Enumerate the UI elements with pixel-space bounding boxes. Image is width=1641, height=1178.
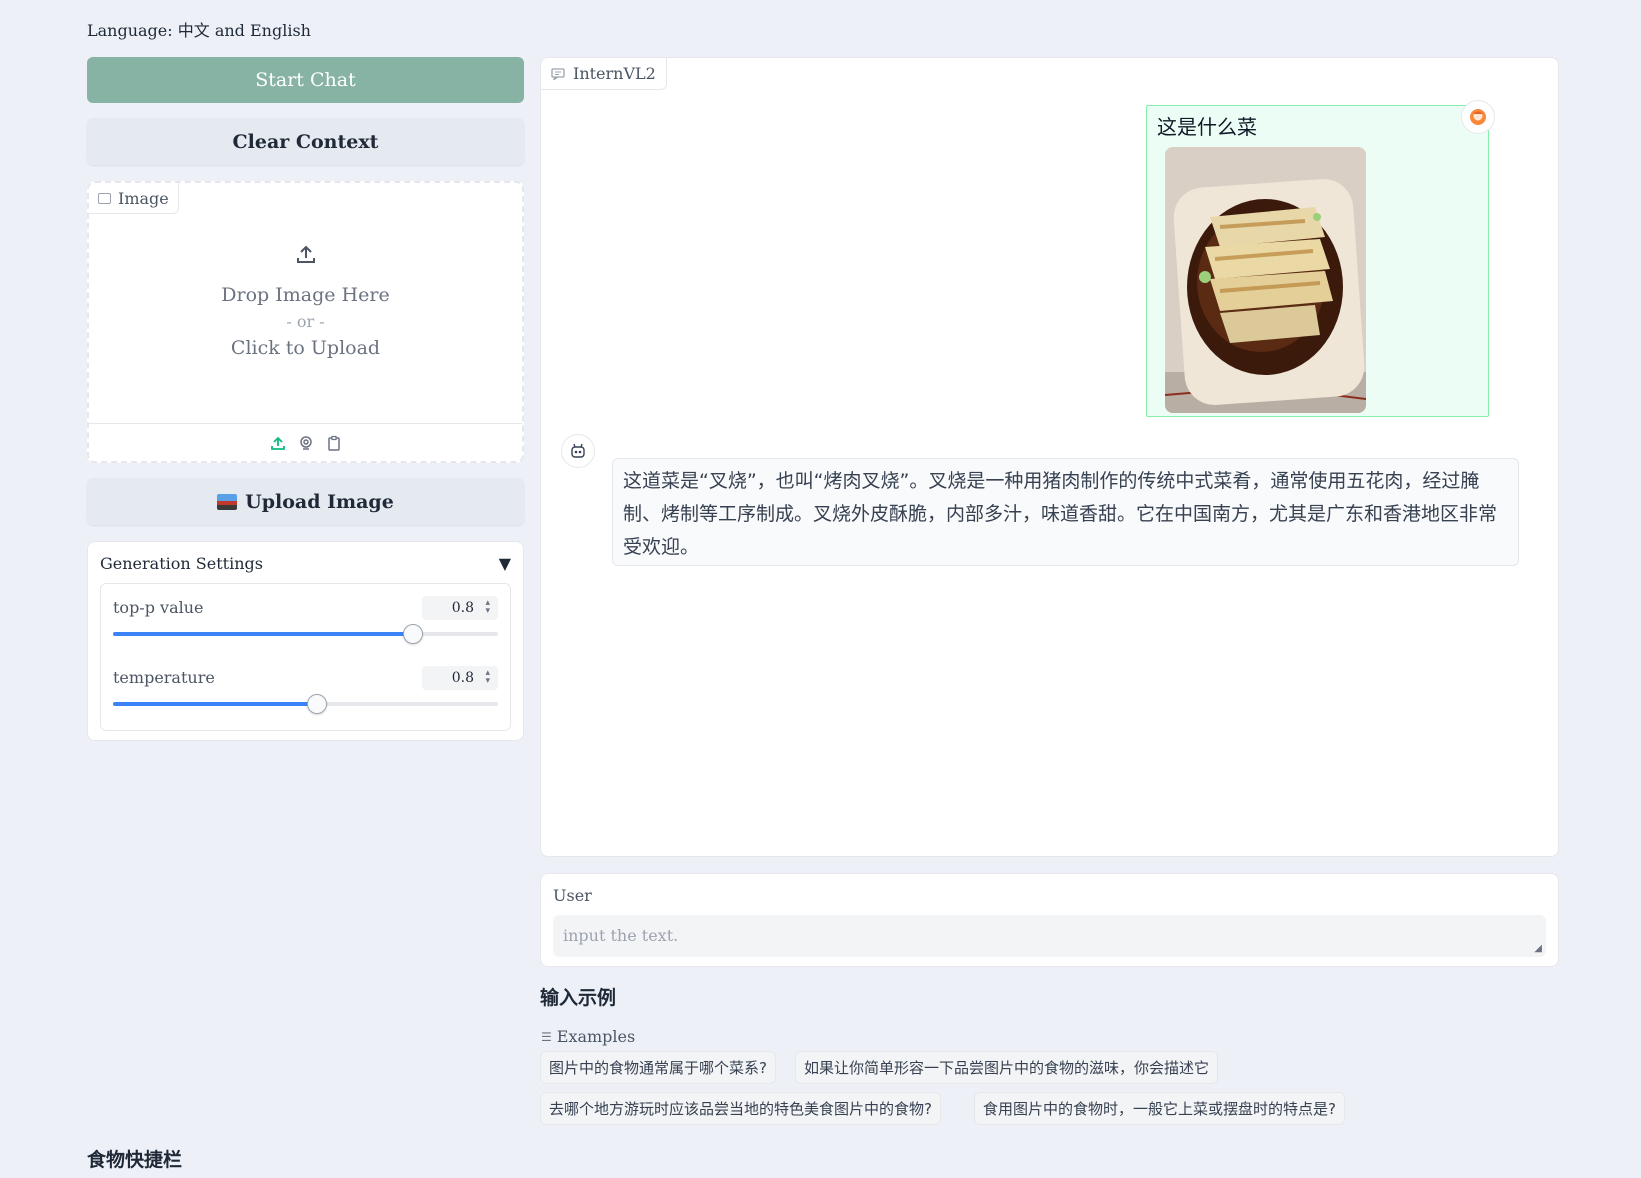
upload-source-icon[interactable] — [270, 435, 286, 451]
or-text: - or - — [286, 312, 325, 331]
examples-label-text: Examples — [556, 1027, 636, 1046]
temperature-label: temperature — [113, 668, 215, 687]
upload-drop-area[interactable]: Drop Image Here - or - Click to Upload — [89, 243, 522, 359]
chatbot-tab-label: InternVL2 — [573, 64, 656, 83]
user-input-label: User — [553, 886, 592, 905]
chatbot-panel: InternVL2 这是什么菜 这道菜是“叉烧”，也叫“烤肉叉烧”。叉烧是一种用… — [540, 57, 1559, 857]
upload-icon — [89, 243, 522, 270]
spinner-icon[interactable]: ▴ ▾ — [485, 669, 490, 686]
example-chip[interactable]: 食用图片中的食物时，一般它上菜或摆盘时的特点是? — [974, 1092, 1345, 1125]
chatbot-tab: InternVL2 — [541, 58, 667, 90]
webcam-icon[interactable] — [298, 435, 314, 451]
start-chat-button[interactable]: Start Chat — [87, 57, 524, 103]
temperature-value: 0.8 — [451, 670, 474, 686]
spinner-icon[interactable]: ▴ ▾ — [485, 599, 490, 616]
user-avatar-icon — [1461, 100, 1495, 134]
temperature-slider[interactable] — [113, 694, 498, 714]
example-chip[interactable]: 去哪个地方游玩时应该品尝当地的特色美食图片中的食物? — [540, 1092, 941, 1125]
clear-context-button[interactable]: Clear Context — [87, 118, 524, 165]
top-p-value: 0.8 — [451, 600, 474, 616]
top-p-number-input[interactable]: 0.8 ▴ ▾ — [422, 596, 498, 620]
example-chip[interactable]: 如果让你简单形容一下品尝图片中的食物的滋味，你会描述它 — [795, 1051, 1219, 1084]
temperature-number-input[interactable]: 0.8 ▴ ▾ — [422, 666, 498, 690]
user-message-text: 这是什么菜 — [1157, 115, 1257, 139]
image-upload-block[interactable]: Image Drop Image Here - or - Click to Up… — [87, 181, 524, 463]
image-tab-label: Image — [118, 188, 169, 208]
image-source-bar — [89, 423, 522, 461]
bot-avatar-icon — [561, 434, 595, 468]
examples-section-title: 输入示例 — [540, 987, 617, 1009]
upload-image-button[interactable]: Upload Image — [87, 478, 524, 525]
resize-handle-icon[interactable]: ◢ — [1534, 943, 1542, 954]
top-p-slider[interactable] — [113, 624, 498, 644]
user-message: 这是什么菜 — [1146, 105, 1489, 417]
top-p-slider-row: top-p value 0.8 ▴ ▾ — [113, 596, 498, 648]
generation-settings-panel: Generation Settings ▼ top-p value 0.8 ▴ ▾… — [87, 541, 524, 741]
food-shortcut-title: 食物快捷栏 — [87, 1149, 183, 1171]
click-to-upload-text: Click to Upload — [230, 337, 381, 359]
upload-image-label: Upload Image — [245, 490, 394, 513]
top-p-slider-fill — [113, 632, 414, 636]
user-input-panel: User ◢ — [540, 873, 1559, 967]
food-photo[interactable] — [1165, 147, 1366, 413]
generation-settings-body: top-p value 0.8 ▴ ▾ temperature 0.8 ▴ ▾ — [100, 583, 511, 731]
temperature-slider-row: temperature 0.8 ▴ ▾ — [113, 666, 498, 718]
temperature-slider-fill — [113, 702, 318, 706]
picture-icon — [217, 493, 238, 510]
collapse-arrow-icon[interactable]: ▼ — [499, 554, 511, 573]
temperature-slider-thumb[interactable] — [307, 694, 328, 714]
clipboard-icon[interactable] — [326, 435, 342, 451]
image-tab: Image — [89, 183, 179, 214]
chat-icon — [551, 67, 565, 80]
image-icon — [98, 192, 111, 204]
example-chip[interactable]: 图片中的食物通常属于哪个菜系? — [540, 1051, 776, 1084]
examples-label: ☰ Examples — [541, 1027, 635, 1046]
generation-settings-title[interactable]: Generation Settings — [100, 554, 263, 573]
top-p-slider-thumb[interactable] — [403, 624, 424, 644]
language-line: Language: 中文 and English — [87, 21, 311, 40]
drop-image-text: Drop Image Here — [221, 284, 390, 306]
list-icon: ☰ — [541, 1029, 552, 1044]
user-text-input[interactable] — [553, 915, 1546, 957]
bot-message: 这道菜是“叉烧”，也叫“烤肉叉烧”。叉烧是一种用猪肉制作的传统中式菜肴，通常使用… — [612, 458, 1519, 566]
top-p-label: top-p value — [113, 598, 204, 617]
